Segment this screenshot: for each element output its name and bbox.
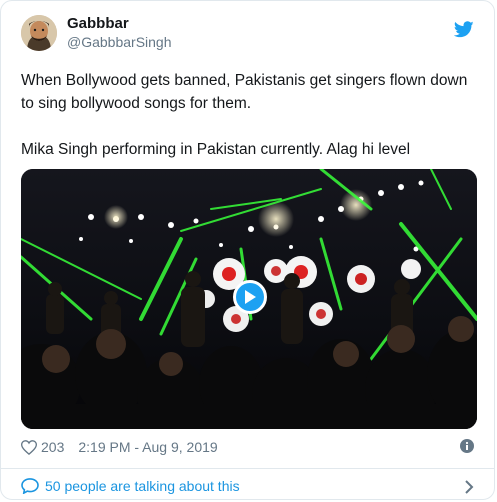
info-icon[interactable] <box>460 439 474 453</box>
timestamp[interactable]: 2:19 PM - Aug 9, 2019 <box>78 439 217 455</box>
twitter-bird-icon[interactable] <box>454 21 474 38</box>
like-count[interactable]: 203 <box>41 439 64 455</box>
chat-bubble-icon <box>21 478 39 494</box>
play-icon <box>245 290 256 304</box>
talking-count[interactable]: 50 people are talking about this <box>45 478 240 494</box>
play-button[interactable] <box>233 280 267 314</box>
user-handle[interactable]: @GabbbarSingh <box>67 33 172 51</box>
tweet-text: When Bollywood gets banned, Pakistanis g… <box>21 69 476 161</box>
divider <box>1 468 494 469</box>
tweet-embed-card[interactable]: Gabbbar @GabbbarSingh When Bollywood get… <box>0 0 495 500</box>
tweet-text-line2: Mika Singh performing in Pakistan curren… <box>21 141 411 158</box>
tweet-header: Gabbbar @GabbbarSingh <box>21 15 172 51</box>
display-name[interactable]: Gabbbar <box>67 15 172 33</box>
author-names[interactable]: Gabbbar @GabbbarSingh <box>67 15 172 51</box>
tweet-meta: 203 2:19 PM - Aug 9, 2019 <box>21 439 474 455</box>
conversation-link[interactable]: 50 people are talking about this <box>21 478 474 494</box>
avatar[interactable] <box>21 15 57 51</box>
tweet-text-line1: When Bollywood gets banned, Pakistanis g… <box>21 72 468 112</box>
heart-icon[interactable] <box>21 439 37 455</box>
chevron-right-icon[interactable] <box>464 480 474 494</box>
video-player[interactable] <box>21 169 477 429</box>
